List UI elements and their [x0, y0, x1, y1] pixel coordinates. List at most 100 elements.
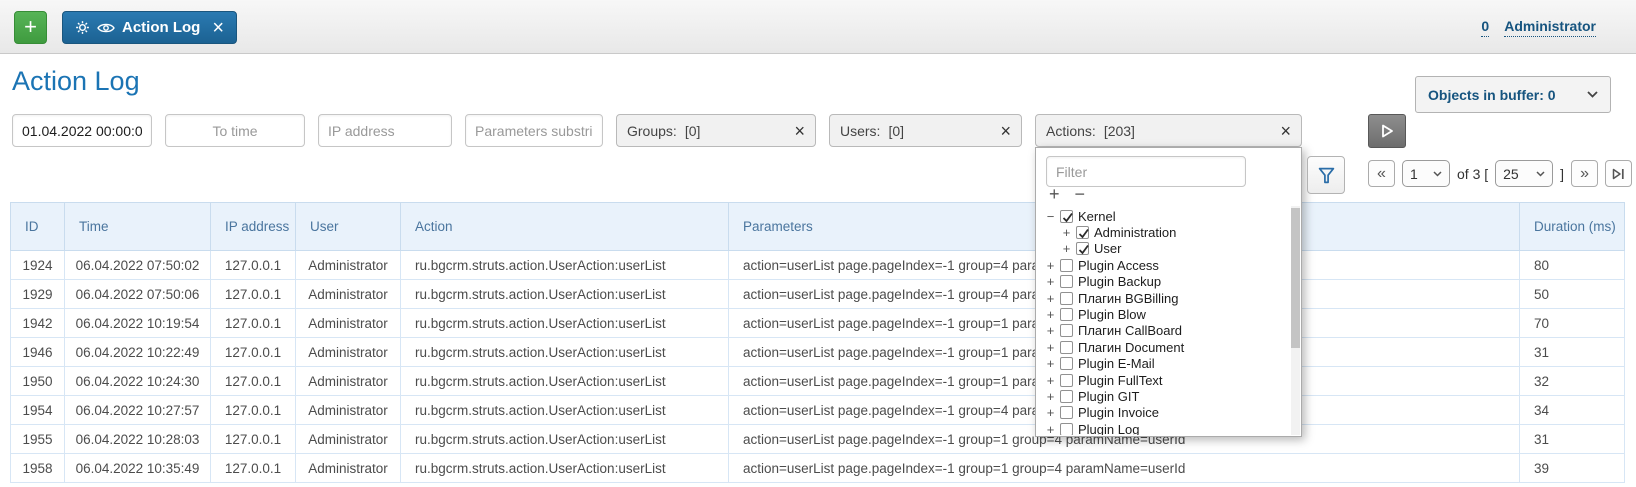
tree-expander[interactable]: + — [1060, 225, 1073, 240]
tree-checkbox[interactable] — [1060, 210, 1073, 223]
tree-item[interactable]: + Плагин CallBoard — [1044, 323, 1288, 339]
tree-checkbox[interactable] — [1060, 357, 1073, 370]
cell-duration: 31 — [1520, 338, 1625, 367]
collapse-all-button[interactable]: − — [1075, 185, 1086, 203]
tree-checkbox[interactable] — [1060, 406, 1073, 419]
tree-expander[interactable]: + — [1044, 307, 1057, 322]
tree-item[interactable]: +Plugin GIT — [1044, 388, 1288, 404]
cell-action: ru.bgcrm.struts.action.UserAction:userLi… — [401, 280, 729, 309]
tree-item[interactable]: +Administration — [1044, 224, 1288, 240]
tree-item[interactable]: +Plugin Blow — [1044, 306, 1288, 322]
notification-count[interactable]: 0 — [1481, 18, 1489, 37]
clear-actions-icon[interactable]: × — [1280, 122, 1291, 140]
expand-all-button[interactable]: + — [1049, 185, 1060, 203]
tree-checkbox[interactable] — [1060, 341, 1073, 354]
cell-duration: 50 — [1520, 280, 1625, 309]
tree-checkbox[interactable] — [1060, 292, 1073, 305]
scrollbar-thumb[interactable] — [1291, 208, 1300, 348]
cell-id: 1954 — [11, 396, 65, 425]
action-log-table: ID Time IP address User Action Parameter… — [10, 202, 1625, 483]
gear-icon[interactable] — [75, 20, 90, 35]
tree-expander[interactable]: + — [1044, 323, 1057, 338]
tree-checkbox[interactable] — [1060, 374, 1073, 387]
tree-item-label: User — [1094, 241, 1121, 256]
tree-expander[interactable]: + — [1060, 241, 1073, 256]
tree-checkbox[interactable] — [1076, 226, 1089, 239]
tree-item-label: Plugin Log — [1078, 422, 1139, 435]
tree-expander[interactable]: + — [1044, 373, 1057, 388]
scrollbar-track[interactable] — [1291, 206, 1300, 435]
tree-item[interactable]: + User — [1044, 241, 1288, 257]
users-value: [0] — [888, 123, 904, 139]
tree-expander[interactable]: + — [1044, 291, 1057, 306]
from-time-input[interactable] — [12, 114, 152, 147]
tree-checkbox[interactable] — [1060, 275, 1073, 288]
page-select[interactable]: 1 — [1402, 160, 1450, 187]
close-icon[interactable]: × — [212, 18, 224, 38]
tree-checkbox[interactable] — [1060, 259, 1073, 272]
current-user-link[interactable]: Administrator — [1504, 18, 1596, 37]
tree-item[interactable]: +Plugin Invoice — [1044, 405, 1288, 421]
tree-expander[interactable]: + — [1044, 389, 1057, 404]
cell-user: Administrator — [296, 280, 401, 309]
tree-item-label: Плагин CallBoard — [1078, 323, 1182, 338]
cell-time: 06.04.2022 07:50:06 — [65, 280, 211, 309]
run-search-button[interactable] — [1368, 114, 1406, 148]
add-tab-button[interactable]: + — [14, 11, 47, 44]
tab-action-log[interactable]: Action Log × — [62, 11, 237, 44]
clear-users-icon[interactable]: × — [1000, 122, 1011, 140]
actions-filter-combo[interactable]: Actions: [203] × — [1035, 114, 1302, 147]
cell-id: 1924 — [11, 251, 65, 280]
tree-checkbox[interactable] — [1060, 423, 1073, 435]
cell-duration: 80 — [1520, 251, 1625, 280]
cell-user: Administrator — [296, 454, 401, 483]
tree-item[interactable]: + Plugin Log — [1044, 421, 1288, 435]
cell-id: 1946 — [11, 338, 65, 367]
tree-item[interactable]: +Плагин Document — [1044, 339, 1288, 355]
last-page-icon — [1612, 168, 1625, 180]
tree-expander[interactable]: + — [1044, 258, 1057, 273]
parameters-substring-input[interactable] — [465, 114, 603, 147]
tree-filter-input[interactable] — [1046, 156, 1246, 187]
tree-item[interactable]: +Plugin Access — [1044, 257, 1288, 273]
ip-address-input[interactable] — [318, 114, 452, 147]
tree-item[interactable]: −Kernel — [1044, 208, 1288, 224]
tree-expander[interactable]: + — [1044, 356, 1057, 371]
to-time-input[interactable] — [165, 114, 305, 147]
tree-item[interactable]: +Plugin E-Mail — [1044, 356, 1288, 372]
cell-time: 06.04.2022 10:28:03 — [65, 425, 211, 454]
table-row: 192406.04.2022 07:50:02127.0.0.1Administ… — [11, 251, 1625, 280]
page-size-select[interactable]: 25 — [1495, 160, 1553, 187]
cell-duration: 34 — [1520, 396, 1625, 425]
tree-expander[interactable]: + — [1044, 274, 1057, 289]
cell-action: ru.bgcrm.struts.action.UserAction:userLi… — [401, 338, 729, 367]
actions-tree: −Kernel+Administration+User+Plugin Acces… — [1044, 208, 1288, 435]
objects-in-buffer-dropdown[interactable]: Objects in buffer: 0 — [1415, 76, 1611, 113]
clear-groups-icon[interactable]: × — [794, 122, 805, 140]
chevron-down-icon — [1536, 171, 1545, 177]
groups-filter-combo[interactable]: Groups: [0] × — [616, 114, 816, 147]
tree-checkbox[interactable] — [1076, 242, 1089, 255]
tree-expander[interactable]: − — [1044, 209, 1057, 224]
tree-item[interactable]: +Плагин BGBilling — [1044, 290, 1288, 306]
tree-expander[interactable]: + — [1044, 405, 1057, 420]
eye-icon[interactable] — [97, 22, 115, 34]
cell-ip: 127.0.0.1 — [211, 425, 296, 454]
tree-item[interactable]: +Plugin Backup — [1044, 274, 1288, 290]
tree-item-label: Plugin FullText — [1078, 373, 1163, 388]
tree-expander[interactable]: + — [1044, 422, 1057, 435]
prev-pages-button[interactable]: « — [1368, 160, 1395, 187]
cell-user: Administrator — [296, 338, 401, 367]
last-page-button[interactable] — [1605, 160, 1632, 187]
column-header-ip: IP address — [211, 203, 296, 251]
tree-checkbox[interactable] — [1060, 324, 1073, 337]
apply-filter-button[interactable] — [1307, 156, 1345, 194]
tree-checkbox[interactable] — [1060, 308, 1073, 321]
tree-checkbox[interactable] — [1060, 390, 1073, 403]
users-filter-combo[interactable]: Users: [0] × — [829, 114, 1022, 147]
actions-label: Actions: — [1046, 123, 1096, 139]
next-pages-button[interactable]: » — [1571, 160, 1598, 187]
page-size-value: 25 — [1503, 166, 1519, 182]
tree-expander[interactable]: + — [1044, 340, 1057, 355]
tree-item[interactable]: + Plugin FullText — [1044, 372, 1288, 388]
